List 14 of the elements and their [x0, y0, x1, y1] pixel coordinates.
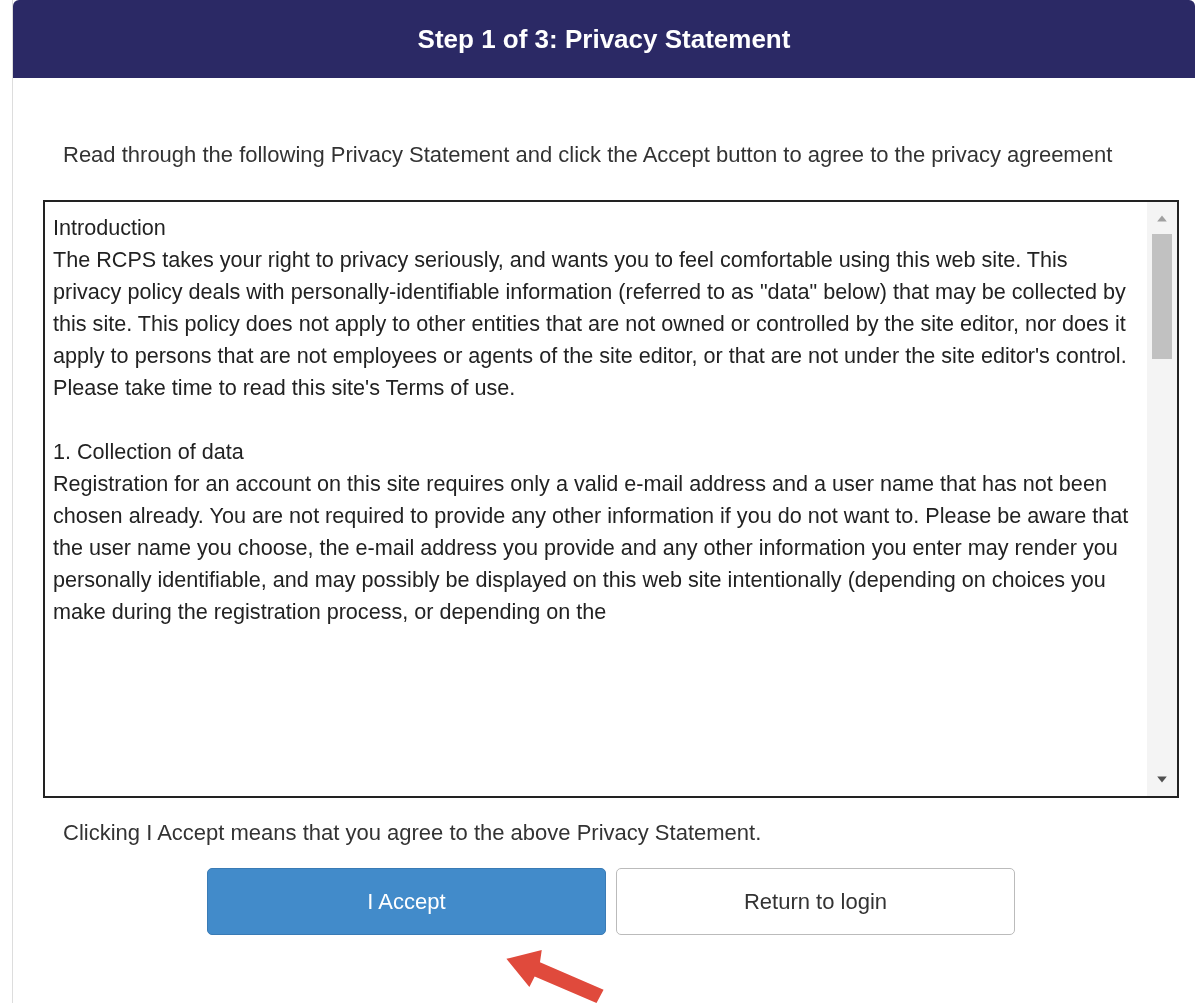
scroll-up-arrow-icon[interactable] — [1156, 214, 1168, 222]
agreement-note: Clicking I Accept means that you agree to the above Privacy Statement. — [63, 820, 763, 846]
statement-text-area[interactable] — [43, 200, 1179, 798]
section-paragraph: Registration for an account on this site requires only a valid e-mail address and a user name that has not been chosen already. You are not required to provide any other information if you do not want to. Please be aware that the user name you choose, the e-mail address you provide and any other information you enter may render you personally identifiable, and may possibly be displayed on this web site intentionally (depending on choices you make during the registration process, or depending on the — [53, 470, 1130, 626]
section-paragraph: The RCPS takes your right to privacy seriously, and wants you to feel comfortable using this web site. This privacy policy deals with personally-identifiable information (referred to as "data" below) that may be collected by this site. This policy does not apply to other entities that are not owned or controlled by the site editor, nor does it apply to persons that are not employees or agents of the site editor, or that are not under the site editor's control. Please take time to read this site's Terms of use. — [53, 246, 1128, 402]
scrollbar-thumb[interactable] — [1152, 234, 1172, 359]
scrollbar[interactable] — [1147, 202, 1177, 796]
section-heading: Introduction — [53, 214, 167, 242]
dialog-title: Step 1 of 3: Privacy Statement — [417, 23, 791, 55]
accept-button[interactable]: I Accept — [207, 868, 606, 935]
instructions-text: Read through the following Privacy Statement and click the Accept button to agree to the privacy agreement — [63, 141, 1114, 169]
scroll-down-arrow-icon[interactable] — [1156, 776, 1168, 784]
return-to-login-button[interactable]: Return to login — [616, 868, 1015, 935]
section-heading: 1. Collection of data — [53, 438, 245, 466]
